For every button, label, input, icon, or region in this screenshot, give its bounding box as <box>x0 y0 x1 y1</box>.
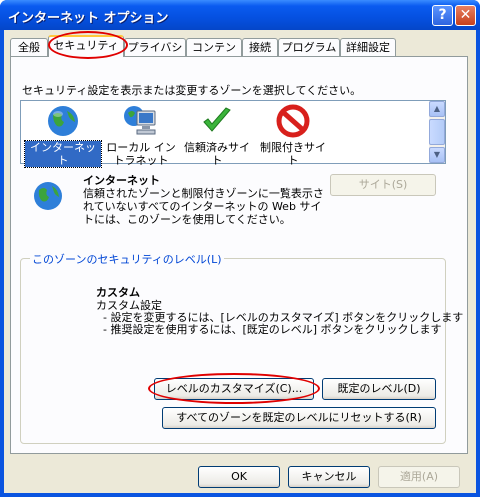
sites-button[interactable]: サイト(S) <box>330 174 436 196</box>
internet-options-window: インターネット オプション ? ✕ 全般 セキュリティ プライバシー コンテンツ… <box>0 0 480 497</box>
help-button[interactable]: ? <box>432 5 453 26</box>
security-tab-highlight <box>48 31 128 59</box>
zone-title: インターネット <box>83 174 160 187</box>
zone-label: ローカル イントラネット <box>106 141 176 167</box>
level-description: カスタム設定 - 設定を変更するには、[レベルのカスタマイズ] ボタンをクリック… <box>96 299 464 336</box>
title-bar[interactable]: インターネット オプション ? ✕ <box>0 0 480 30</box>
customize-button-highlight <box>148 373 320 404</box>
apply-button[interactable]: 適用(A) <box>378 466 460 488</box>
zone-trusted-sites[interactable]: 信頼済みサイト <box>179 103 255 167</box>
ok-button[interactable]: OK <box>198 466 280 488</box>
tab-advanced[interactable]: 詳細設定 <box>340 38 396 56</box>
tab-privacy[interactable]: プライバシー <box>124 38 186 71</box>
zone-list-scrollbar[interactable]: ▲ ▼ <box>429 101 445 163</box>
scroll-up-icon[interactable]: ▲ <box>429 101 445 117</box>
tab-content[interactable]: コンテンツ <box>186 38 242 71</box>
default-level-button[interactable]: 既定のレベル(D) <box>322 378 436 400</box>
checkmark-icon <box>199 103 235 139</box>
reset-all-zones-button[interactable]: すべてのゾーンを既定のレベルにリセットする(R) <box>162 407 436 429</box>
level-title: カスタム <box>96 286 140 299</box>
zone-instruction: セキュリティ設定を表示または変更するゾーンを選択してください。 <box>22 84 362 97</box>
tab-general[interactable]: 全般 <box>10 38 48 56</box>
zone-internet[interactable]: インターネット <box>24 103 102 168</box>
cancel-button[interactable]: キャンセル <box>288 466 370 488</box>
tab-programs[interactable]: プログラム <box>278 38 340 56</box>
scroll-thumb[interactable] <box>429 119 445 145</box>
zone-label: 信頼済みサイト <box>184 141 250 167</box>
globe-icon <box>45 103 81 139</box>
dialog-client: 全般 セキュリティ プライバシー コンテンツ 接続 プログラム 詳細設定 セキュ… <box>4 30 476 493</box>
prohibited-icon <box>275 103 311 139</box>
scroll-down-icon[interactable]: ▼ <box>429 147 445 163</box>
zone-label: インターネット <box>24 140 102 168</box>
window-title: インターネット オプション <box>8 11 169 26</box>
security-level-group-label: このゾーンのセキュリティのレベル(L) <box>30 251 224 267</box>
zone-local-intranet[interactable]: ローカル イントラネット <box>103 103 179 167</box>
tab-connections[interactable]: 接続 <box>242 38 278 56</box>
close-button[interactable]: ✕ <box>455 5 476 26</box>
zone-label: 制限付きサイト <box>260 141 326 167</box>
zone-description: 信頼されたゾーンと制限付きゾーンに一覧表示されていないすべてのインターネットの … <box>83 187 324 226</box>
zone-list[interactable]: インターネット ローカル イントラネット 信頼済みサイト 制限付きサイト ▲ ▼ <box>20 100 446 168</box>
zone-globe-icon <box>30 178 66 214</box>
zone-restricted-sites[interactable]: 制限付きサイト <box>255 103 331 167</box>
computer-globe-icon <box>123 103 159 139</box>
